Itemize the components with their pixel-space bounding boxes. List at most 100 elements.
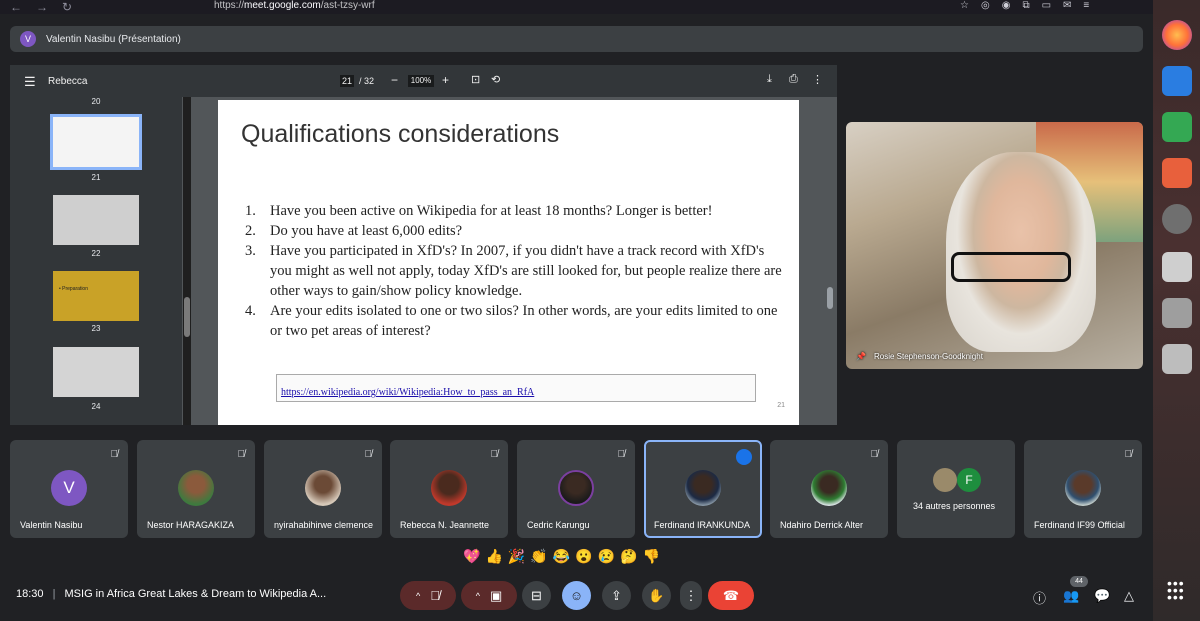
- page-scrollbar[interactable]: [825, 97, 835, 425]
- more-options-icon[interactable]: ⋮: [812, 73, 823, 86]
- participant-tile[interactable]: 🎙̸ Ferdinand IF99 Official: [1024, 440, 1142, 538]
- participant-tile[interactable]: 🎙̸ Nestor HARAGAKIZA: [137, 440, 255, 538]
- list-item: 4. Are your edits isolated to one or two …: [245, 301, 785, 341]
- featured-video[interactable]: 📌 Rosie Stephenson-Goodknight: [846, 122, 1143, 369]
- account-icon[interactable]: ◉: [1002, 0, 1011, 11]
- reaction-laugh-icon[interactable]: 😂: [553, 548, 570, 565]
- participant-name: Rosie Stephenson-Goodknight: [873, 352, 983, 361]
- chat-icon[interactable]: 💬: [1094, 588, 1110, 604]
- fit-page-icon[interactable]: ⊡: [471, 73, 480, 86]
- avatar: V: [20, 31, 36, 47]
- wiki-link[interactable]: https://en.wikipedia.org/wiki/Wikipedia:…: [281, 387, 534, 398]
- forward-icon[interactable]: →: [36, 0, 48, 14]
- camera-button[interactable]: ^ ▣: [461, 581, 517, 610]
- participant-tile-speaking[interactable]: Ferdinand IRANKUNDA: [644, 440, 762, 538]
- chevron-up-icon[interactable]: ^: [416, 591, 420, 601]
- reload-icon[interactable]: ↻: [62, 0, 72, 14]
- download-icon[interactable]: ⤓: [767, 73, 772, 86]
- leave-call-button[interactable]: ☎: [708, 581, 754, 610]
- reaction-clap-icon[interactable]: 👏: [530, 548, 547, 565]
- rotate-icon[interactable]: ⟲: [491, 73, 500, 86]
- meeting-time: 18:30: [16, 588, 44, 600]
- list-item: 2. Do you have at least 6,000 edits?: [245, 221, 785, 241]
- mic-off-icon: 🎙̸: [430, 588, 440, 603]
- zoom-out-button[interactable]: −: [391, 73, 398, 87]
- participant-tile[interactable]: 🎙̸ V Valentin Nasibu: [10, 440, 128, 538]
- participant-tile[interactable]: 🎙̸ Ndahiro Derrick Alter: [770, 440, 888, 538]
- hand-icon: ✋: [648, 587, 665, 603]
- thumbnail-number: 24: [91, 402, 101, 411]
- participant-name: nyirahabihirwe clemence: [274, 520, 374, 530]
- more-options-button[interactable]: ⋮: [680, 581, 702, 610]
- drive-icon[interactable]: [1162, 298, 1192, 328]
- participant-tile[interactable]: 🎙̸ nyirahabihirwe clemence: [264, 440, 382, 538]
- participant-tile[interactable]: 🎙̸ Rebecca N. Jeannette: [390, 440, 508, 538]
- avatar: [178, 470, 214, 506]
- mail-icon[interactable]: ✉: [1063, 0, 1071, 11]
- print-icon[interactable]: ⎙: [789, 73, 798, 86]
- reactions-bar: 💖 👍 🎉 👏 😂 😮 😢 🤔 👎: [463, 548, 660, 565]
- reaction-thumbs-up-icon[interactable]: 👍: [485, 548, 502, 565]
- zoom-in-button[interactable]: +: [442, 73, 449, 87]
- page-number-input[interactable]: 21: [340, 75, 354, 87]
- participant-tile[interactable]: 🎙̸ Cedric Karungu: [517, 440, 635, 538]
- screen-share-icon[interactable]: ▭: [1042, 0, 1051, 11]
- participant-count-badge: 44: [1070, 576, 1088, 587]
- participant-name: Ferdinand IRANKUNDA: [654, 520, 751, 530]
- reaction-party-icon[interactable]: 🎉: [508, 548, 525, 565]
- firefox-icon[interactable]: [1162, 20, 1192, 50]
- avatar: [1065, 470, 1101, 506]
- browser-toolbar: ← → ↻ https://meet.google.com/ast-tzsy-w…: [0, 0, 1153, 14]
- reaction-thinking-icon[interactable]: 🤔: [620, 548, 637, 565]
- list-item: 1. Have you been active on Wikipedia for …: [245, 201, 785, 221]
- apps-grid-icon[interactable]: ••• ••• •••: [1167, 576, 1187, 604]
- captions-button[interactable]: ⊟: [522, 581, 551, 610]
- raise-hand-button[interactable]: ✋: [642, 581, 671, 610]
- thumbnail-page[interactable]: • Preparation: [53, 271, 139, 321]
- chess-icon[interactable]: [1162, 252, 1192, 282]
- calc-icon[interactable]: [1162, 112, 1192, 142]
- zoom-input[interactable]: 100%: [408, 75, 434, 87]
- thumbnail-number: 22: [91, 249, 101, 258]
- list-text: Are your edits isolated to one or two si…: [270, 303, 778, 339]
- bookmark-star-icon[interactable]: ☆: [960, 0, 969, 11]
- activities-icon[interactable]: △: [1124, 588, 1134, 604]
- address-bar[interactable]: https://meet.google.com/ast-tzsy-wrf: [214, 0, 375, 11]
- writer-icon[interactable]: [1162, 66, 1192, 96]
- thumbnail-page[interactable]: [50, 114, 142, 170]
- people-icon[interactable]: 👥: [1063, 588, 1079, 604]
- thumbnail-number: 20: [91, 97, 101, 106]
- back-icon[interactable]: ←: [10, 0, 22, 14]
- captions-icon: ⊟: [531, 587, 542, 603]
- hamburger-menu-icon[interactable]: ☰: [24, 74, 36, 90]
- others-tile[interactable]: F 34 autres personnes: [897, 440, 1015, 538]
- reaction-heart-icon[interactable]: 💖: [463, 548, 480, 565]
- extensions-icon[interactable]: ⧉: [1022, 0, 1029, 11]
- thumbnail-scrollbar[interactable]: [183, 97, 191, 425]
- reaction-thumbs-down-icon[interactable]: 👎: [643, 548, 660, 565]
- reaction-sad-icon[interactable]: 😢: [598, 548, 615, 565]
- reaction-surprised-icon[interactable]: 😮: [575, 548, 592, 565]
- mic-off-icon: 🎙̸: [617, 449, 626, 460]
- video-name-label: 📌 Rosie Stephenson-Goodknight: [856, 352, 983, 361]
- avatar: [933, 468, 957, 492]
- avatar: [431, 470, 467, 506]
- microphone-button[interactable]: ^ 🎙̸: [400, 581, 456, 610]
- info-icon[interactable]: ⓘ: [1033, 588, 1046, 607]
- pin-icon[interactable]: 📌: [856, 352, 866, 361]
- emoji-button[interactable]: ☺: [562, 581, 591, 610]
- list-number: 1.: [245, 203, 256, 219]
- meeting-info: 18:30 | MSIG in Africa Great Lakes & Dre…: [16, 588, 326, 600]
- pocket-icon[interactable]: ◎: [981, 0, 990, 11]
- camera-off-icon: ▣: [489, 587, 503, 603]
- thumbnail-page[interactable]: [53, 195, 139, 245]
- menu-icon[interactable]: ≡: [1083, 0, 1089, 11]
- chevron-up-icon[interactable]: ^: [476, 591, 480, 601]
- others-count-label: 34 autres personnes: [913, 501, 996, 511]
- present-button[interactable]: ⇪: [602, 581, 631, 610]
- thumbnail-page[interactable]: [53, 347, 139, 397]
- meeting-title: MSIG in Africa Great Lakes & Dream to Wi…: [64, 588, 327, 600]
- trash-icon[interactable]: [1162, 344, 1192, 374]
- settings-icon[interactable]: [1162, 204, 1192, 234]
- impress-icon[interactable]: [1162, 158, 1192, 188]
